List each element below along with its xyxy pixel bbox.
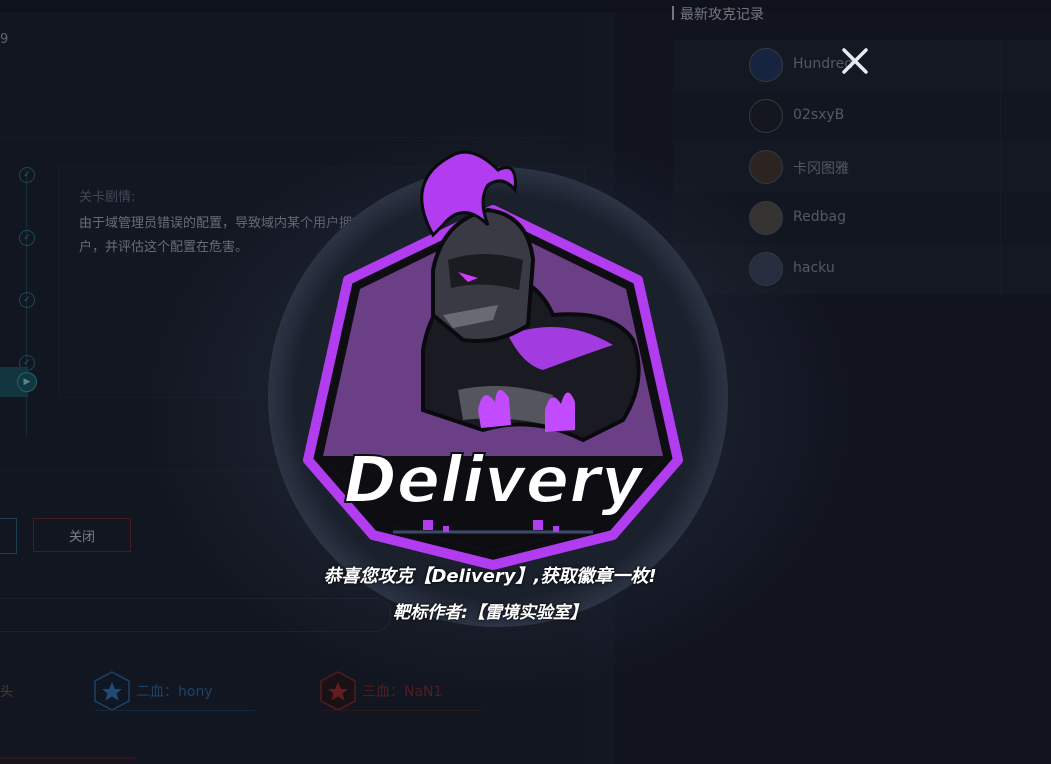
close-icon[interactable] xyxy=(838,44,872,78)
congrats-message: 恭喜您攻克【Delivery】,获取徽章一枚! xyxy=(323,566,657,587)
badge-name: Delivery xyxy=(344,444,645,518)
author-message: 靶标作者:【雷境实验室】 xyxy=(393,603,587,623)
badge-emblem: Delivery xyxy=(303,150,683,570)
